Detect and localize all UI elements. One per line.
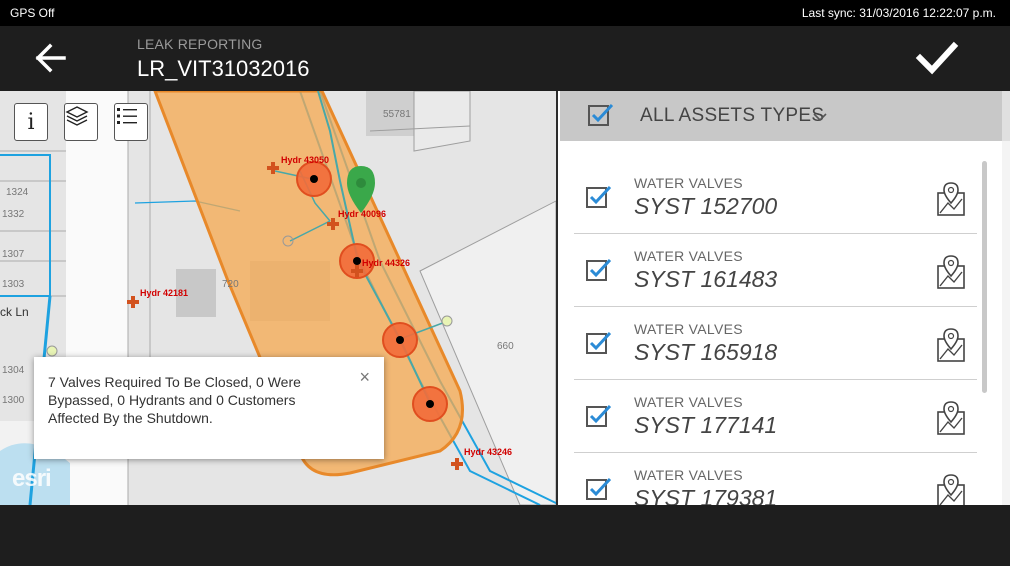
map-view[interactable]: Hydr 43050 Hydr 40096 Hydr 44326 Hydr 42… bbox=[0, 91, 556, 505]
parcel-label: 55781 bbox=[383, 109, 411, 120]
hydrant-label: Hydr 43246 bbox=[464, 447, 512, 457]
chevron-down-icon bbox=[813, 113, 827, 122]
hydrant-label: Hydr 40096 bbox=[338, 209, 386, 219]
asset-list-item[interactable]: WATER VALVES SYST 165918 bbox=[574, 307, 977, 380]
map-pin-zoom-icon[interactable] bbox=[936, 254, 966, 290]
map-pin-zoom-icon[interactable] bbox=[936, 181, 966, 217]
asset-list-scrollbar[interactable] bbox=[982, 161, 987, 393]
asset-list-item[interactable]: WATER VALVES SYST 179381 bbox=[574, 453, 977, 505]
checkbox-checked-icon[interactable] bbox=[586, 477, 612, 501]
valve-marker[interactable] bbox=[382, 322, 418, 358]
info-button[interactable]: i bbox=[14, 103, 48, 141]
back-button[interactable] bbox=[30, 40, 70, 76]
parcel-label: 720 bbox=[222, 279, 239, 290]
asset-list-item[interactable]: WATER VALVES SYST 177141 bbox=[574, 380, 977, 453]
asset-list-item[interactable]: WATER VALVES SYST 152700 bbox=[574, 161, 977, 234]
asset-type-label: WATER VALVES bbox=[634, 467, 743, 483]
panel-edge bbox=[1002, 91, 1010, 505]
asset-id-label: SYST 152700 bbox=[634, 193, 778, 219]
asset-type-label: WATER VALVES bbox=[634, 394, 743, 410]
asset-id-label: SYST 177141 bbox=[634, 412, 778, 438]
confirm-button[interactable] bbox=[914, 38, 960, 78]
asset-id-label: SYST 179381 bbox=[634, 485, 778, 505]
checkbox-checked-icon[interactable] bbox=[586, 331, 612, 355]
parcel-label: 1304 bbox=[2, 365, 25, 376]
app-header: LEAK REPORTING LR_VIT31032016 bbox=[0, 26, 1010, 91]
parcel-label: 1332 bbox=[2, 209, 25, 220]
asset-type-label: WATER VALVES bbox=[634, 175, 743, 191]
map-pin-zoom-icon[interactable] bbox=[936, 400, 966, 436]
last-sync-status: Last sync: 31/03/2016 12:22:07 p.m. bbox=[801, 6, 996, 20]
asset-type-filter[interactable]: ALL ASSETS TYPES bbox=[560, 91, 1002, 141]
valve-marker[interactable] bbox=[412, 386, 448, 422]
close-popup-button[interactable]: × bbox=[359, 367, 370, 388]
status-bar: GPS Off Last sync: 31/03/2016 12:22:07 p… bbox=[0, 0, 1010, 26]
gps-status: GPS Off bbox=[10, 6, 55, 20]
page-title: LR_VIT31032016 bbox=[137, 56, 310, 81]
checkbox-checked-icon[interactable] bbox=[586, 404, 612, 428]
street-label: ck Ln bbox=[0, 305, 29, 319]
shutdown-summary-text: 7 Valves Required To Be Closed, 0 Were B… bbox=[48, 374, 301, 426]
legend-list-icon bbox=[117, 108, 137, 124]
parcel-label: 660 bbox=[497, 341, 514, 352]
map-pin-zoom-icon[interactable] bbox=[936, 327, 966, 363]
parcel-label: 1303 bbox=[2, 279, 25, 290]
asset-id-label: SYST 165918 bbox=[634, 339, 778, 365]
asset-id-label: SYST 161483 bbox=[634, 266, 778, 292]
hydrant-label: Hydr 42181 bbox=[140, 288, 188, 298]
map-pin-zoom-icon[interactable] bbox=[936, 473, 966, 505]
valve-marker[interactable] bbox=[296, 161, 332, 197]
legend-button[interactable] bbox=[114, 103, 148, 141]
asset-list-panel: ALL ASSETS TYPES WATER VALVES SYST 15270… bbox=[556, 91, 1010, 505]
parcel-label: 1300 bbox=[2, 395, 25, 406]
checkbox-checked-icon[interactable] bbox=[586, 185, 612, 209]
asset-list-item[interactable]: WATER VALVES SYST 161483 bbox=[574, 234, 977, 307]
hydrant-label: Hydr 44326 bbox=[362, 258, 410, 268]
layers-button[interactable] bbox=[64, 103, 98, 141]
page-subtitle: LEAK REPORTING bbox=[137, 36, 263, 52]
arrow-left-icon bbox=[35, 43, 66, 73]
esri-logo: esri bbox=[12, 465, 52, 492]
hydrant-label: Hydr 43050 bbox=[281, 155, 329, 165]
checkbox-checked-icon[interactable] bbox=[588, 103, 614, 127]
info-icon: i bbox=[27, 109, 35, 135]
shutdown-summary-popup: 7 Valves Required To Be Closed, 0 Were B… bbox=[34, 357, 384, 459]
asset-type-filter-label: ALL ASSETS TYPES bbox=[640, 105, 825, 126]
checkmark-icon bbox=[915, 41, 959, 75]
parcel-label: 1324 bbox=[6, 187, 29, 198]
asset-type-label: WATER VALVES bbox=[634, 248, 743, 264]
layers-icon bbox=[65, 106, 89, 126]
asset-type-label: WATER VALVES bbox=[634, 321, 743, 337]
checkbox-checked-icon[interactable] bbox=[586, 258, 612, 282]
parcel-label: 1307 bbox=[2, 249, 25, 260]
bottom-bar bbox=[0, 505, 1010, 566]
